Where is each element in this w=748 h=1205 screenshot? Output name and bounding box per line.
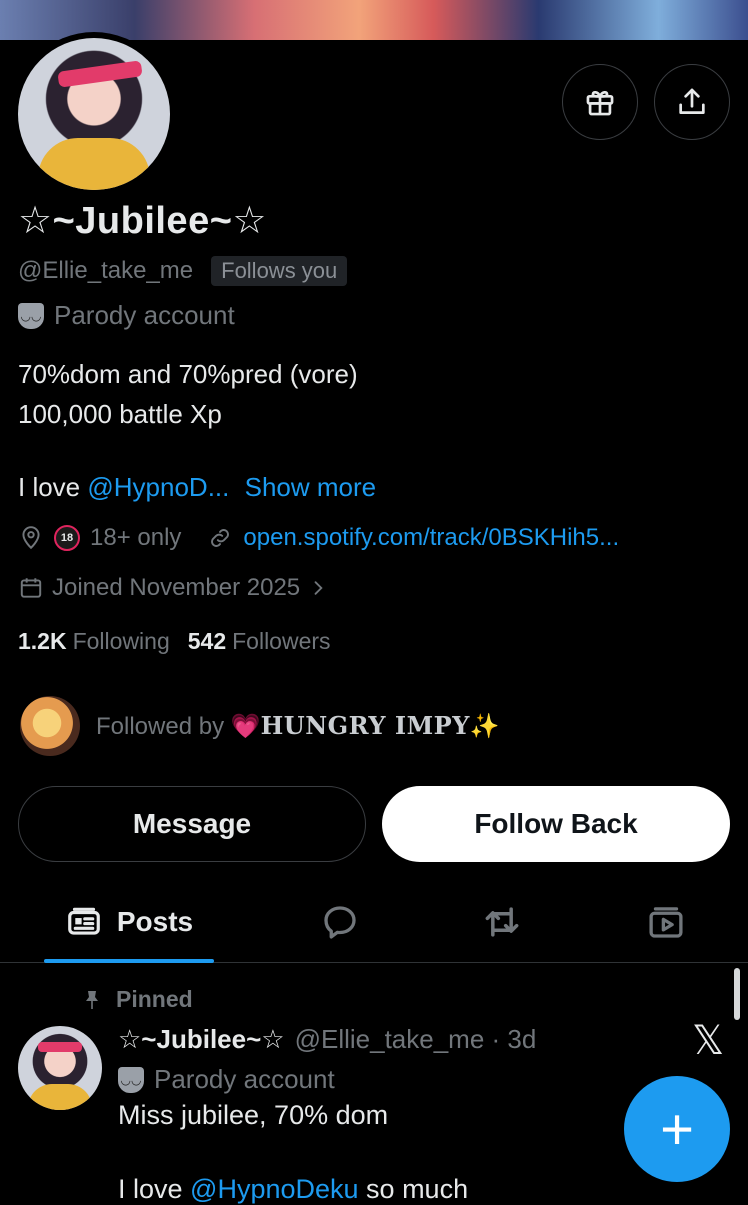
follower-name: HUNGRY IMPY✨ [260,711,501,740]
post-author-avatar[interactable] [18,1026,102,1110]
follow-back-button[interactable]: Follow Back [382,786,730,862]
followers-count: 542 [187,628,227,654]
pin-icon [86,990,98,1009]
bio-text: 70%dom and 70%pred (vore) 100,000 battle… [18,359,358,429]
link-icon [211,529,230,547]
tab-media[interactable] [626,882,706,962]
post-author-handle[interactable]: @Ellie_take_me · 3d [295,1024,537,1055]
gift-button[interactable] [562,64,638,140]
post-text-line-2: I love @HypnoDeku so much [118,1174,468,1205]
post-parody-label: ◡◡ Parody account [118,1064,335,1095]
post-author-name[interactable]: ☆~Jubilee~☆ [118,1024,285,1055]
media-icon [649,907,683,938]
pink-heart-emoji: 💗 [230,713,261,740]
theater-mask-icon: ◡◡ [118,1066,144,1093]
bio-love-line: I love @HypnoD... Show more [18,472,376,503]
following-count: 1.2K [18,628,67,654]
follow-counts: 1.2K Following 542 Followers [18,628,331,655]
post-text-line-1: Miss jubilee, 70% dom [118,1100,389,1130]
gift-icon [586,90,614,116]
show-more-link[interactable]: Show more [245,472,377,502]
repost-icon [485,907,519,937]
calendar-icon [20,578,42,598]
tab-posts[interactable]: Posts [44,882,214,962]
joined-row[interactable]: Joined November 2025 [18,574,328,602]
post-header: ☆~Jubilee~☆ @Ellie_take_me · 3d [118,1024,536,1055]
follower-avatar [20,696,80,756]
website-link[interactable]: open.spotify.com/track/0BSKHih5... [243,524,619,552]
parody-label[interactable]: ◡◡ Parody account [18,300,235,331]
bio-love-prefix: I love [18,472,88,502]
following-count-link[interactable]: 1.2K Following [18,628,170,655]
user-handle: @Ellie_take_me [18,257,194,284]
profile-tabs: Posts [0,882,748,963]
followed-by-text: Followed by 💗HUNGRY IMPY✨ [96,711,500,741]
theater-mask-icon: ◡◡ [18,302,44,329]
chevron-right-icon [314,581,323,595]
followers-count-link[interactable]: 542 Followers [188,628,331,655]
display-name: ☆~Jubilee~☆ [18,200,267,242]
pinned-label: Pinned [116,986,193,1012]
tab-reposts[interactable] [462,882,542,962]
location-pin-icon [22,526,40,550]
message-button[interactable]: Message [18,786,366,862]
profile-avatar[interactable] [12,32,176,196]
reply-bubble-icon [324,906,356,939]
followed-by-prefix: Followed by [96,713,225,740]
handle-row: @Ellie_take_me Follows you [18,256,348,286]
profile-meta-row: 18 18+ only open.spotify.com/track/0BSKH… [18,524,619,552]
pinned-indicator: Pinned [80,986,193,1013]
followers-label: Followers [232,628,331,654]
following-label: Following [72,628,170,654]
posts-icon [68,907,100,935]
compose-post-button[interactable]: + [624,1076,730,1182]
share-icon [679,88,705,114]
bio-mention-link[interactable]: @HypnoD... [87,472,229,502]
follows-you-badge: Follows you [211,256,348,286]
parody-label-text: Parody account [54,300,235,330]
age-restriction-text: 18+ only [90,524,182,551]
scrollbar[interactable] [734,968,740,1020]
post-parody-label-text: Parody account [154,1064,335,1094]
no-under-18-icon: 18 [54,525,80,551]
joined-date: Joined November 2025 [52,574,301,601]
followed-by-row[interactable]: Followed by 💗HUNGRY IMPY✨ [20,696,500,756]
share-button[interactable] [654,64,730,140]
x-logo-icon: 𝕏 [692,1018,725,1064]
tab-replies[interactable] [300,882,380,962]
tab-posts-label: Posts [116,906,194,937]
active-tab-indicator [44,959,214,963]
